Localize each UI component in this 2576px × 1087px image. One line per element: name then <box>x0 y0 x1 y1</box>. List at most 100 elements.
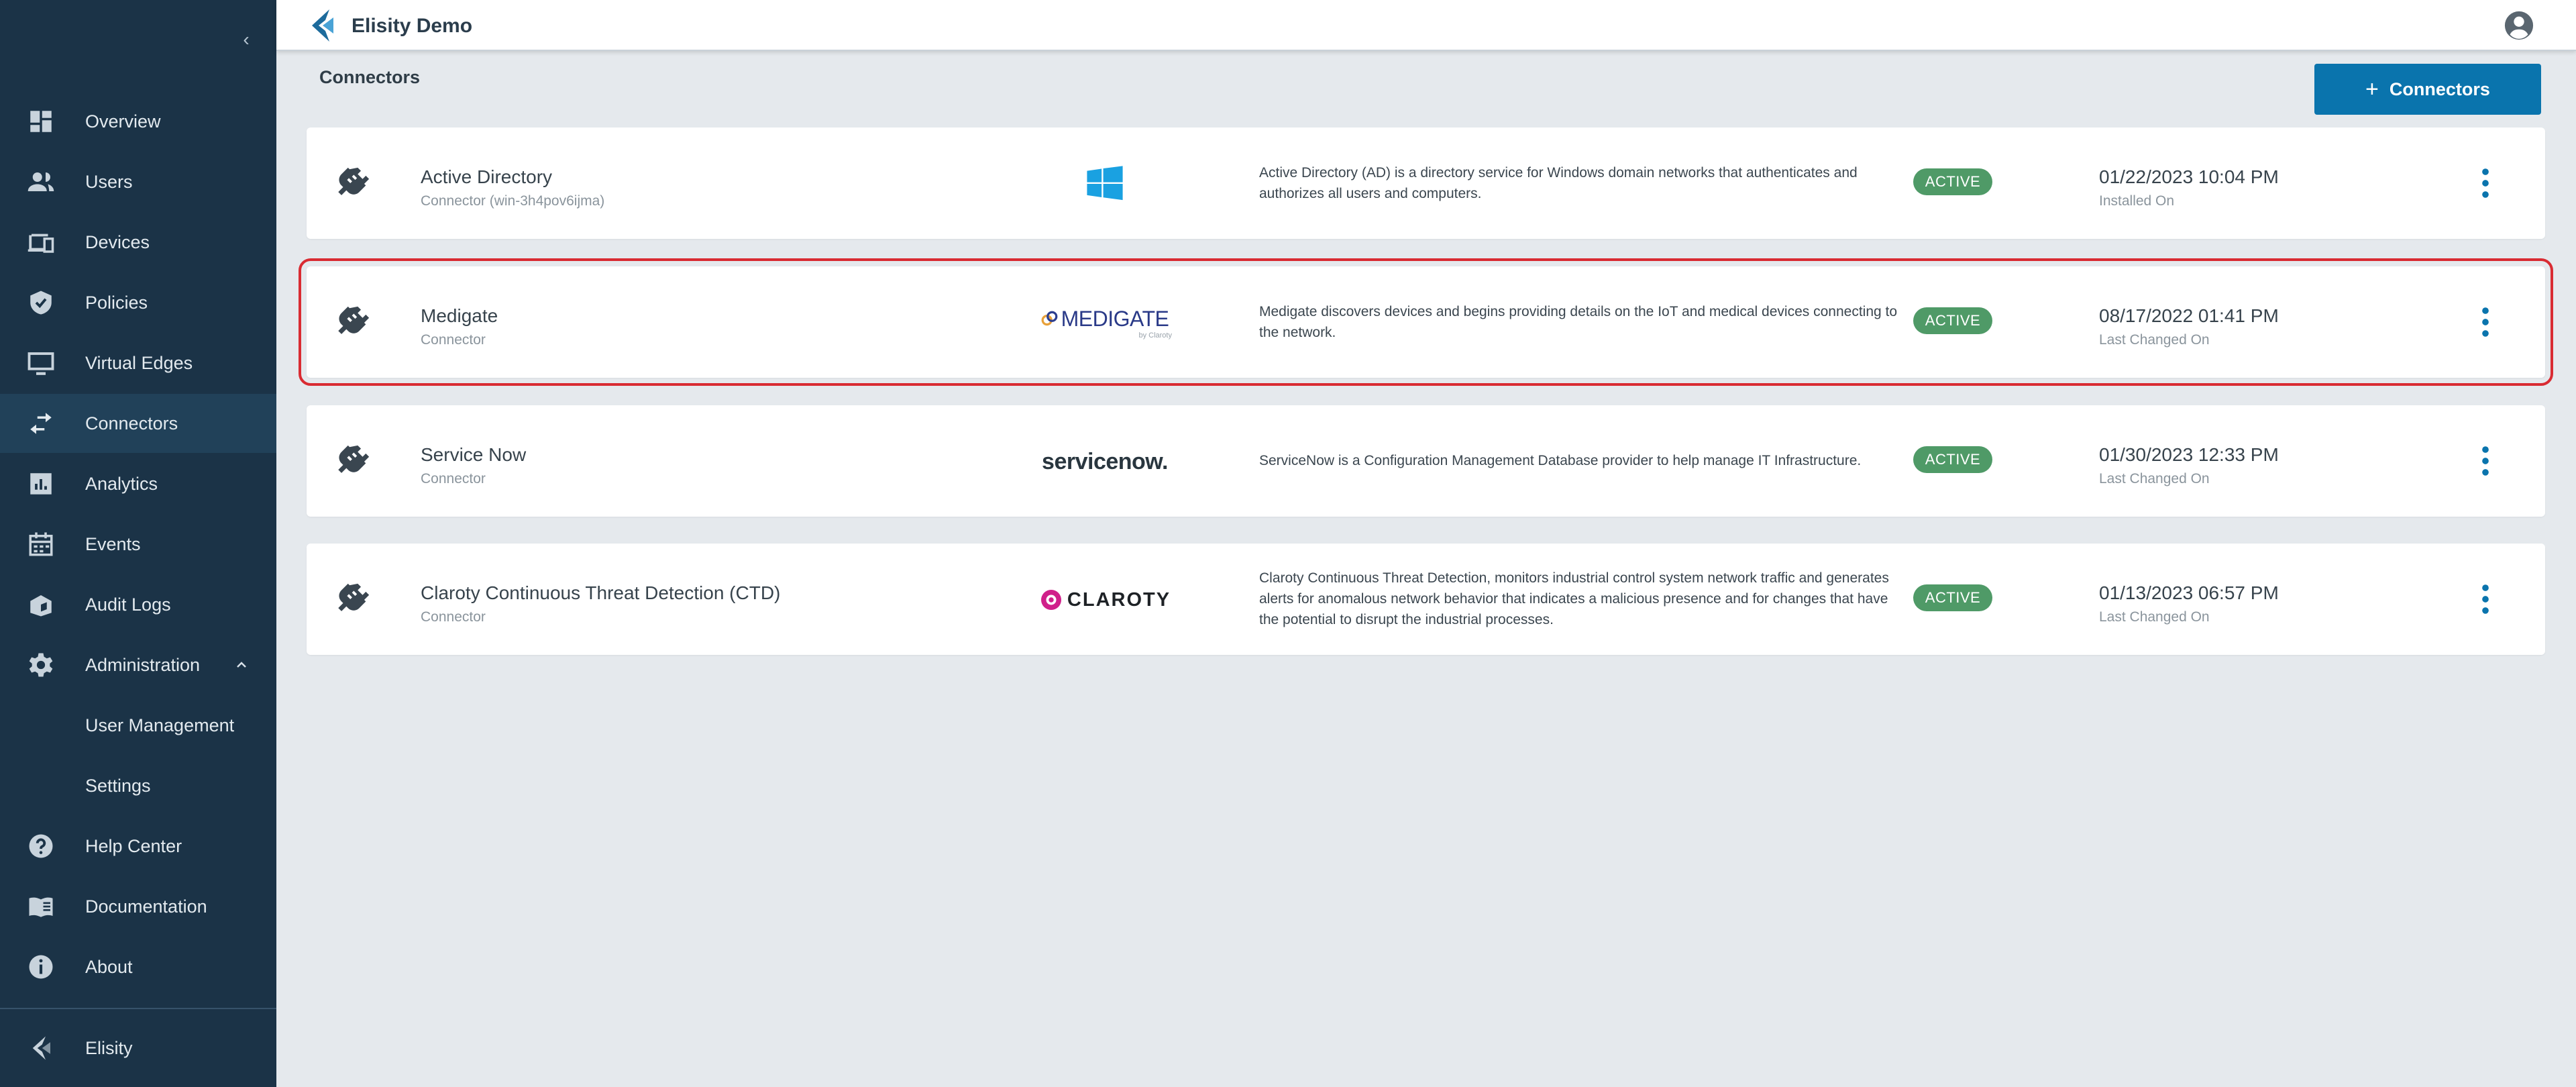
medigate-logo-subtext: by Claroty <box>1138 331 1172 340</box>
sidebar-item-label: Policies <box>85 292 148 313</box>
status-badge: ACTIVE <box>1913 584 1992 611</box>
connector-card-active-directory[interactable]: Active Directory Connector (win-3h4pov6i… <box>307 127 2545 239</box>
connector-name: Service Now <box>421 444 527 465</box>
connector-date-label: Last Changed On <box>2099 609 2210 625</box>
help-icon <box>29 834 53 858</box>
more-options-icon[interactable] <box>2473 442 2498 480</box>
swap-arrows-icon <box>30 413 52 434</box>
connector-card-claroty[interactable]: Claroty Continuous Threat Detection (CTD… <box>307 544 2545 655</box>
sidebar-item-administration[interactable]: Administration <box>0 635 276 694</box>
sidebar-item-overview[interactable]: Overview <box>0 92 276 151</box>
sidebar-item-devices[interactable]: Devices <box>0 213 276 272</box>
sidebar: ‹ Overview Users Devices Policies Virtua… <box>0 0 276 1087</box>
info-icon <box>29 955 53 979</box>
connector-description: Active Directory (AD) is a directory ser… <box>1259 165 1858 201</box>
sidebar-item-policies[interactable]: Policies <box>0 273 276 332</box>
sidebar-item-audit-logs[interactable]: Audit Logs <box>0 575 276 634</box>
collapse-sidebar-icon[interactable]: ‹ <box>238 27 254 52</box>
sidebar-item-events[interactable]: Events <box>0 515 276 574</box>
status-badge: ACTIVE <box>1913 307 1992 334</box>
plug-icon <box>338 167 370 195</box>
medigate-mark-icon <box>1041 311 1057 326</box>
page-title: Connectors <box>319 67 421 87</box>
sidebar-item-label: Events <box>85 533 141 554</box>
connector-card-medigate[interactable]: Medigate Connector MEDIGATE by Claroty M… <box>299 258 2553 386</box>
plug-icon <box>338 306 370 334</box>
claroty-logo-text: CLAROTY <box>1067 588 1171 611</box>
elisity-logo-icon[interactable] <box>307 8 339 43</box>
more-options-icon[interactable] <box>2473 303 2498 342</box>
users-icon <box>28 172 54 191</box>
connector-description: Claroty Continuous Threat Detection, mon… <box>1259 570 1889 627</box>
more-options-icon[interactable] <box>2473 164 2498 203</box>
sidebar-footer-label: Elisity <box>85 1037 133 1058</box>
connector-name: Claroty Continuous Threat Detection (CTD… <box>421 582 781 603</box>
elisity-logo-icon <box>32 1036 50 1060</box>
book-icon <box>29 897 53 917</box>
connector-date: 08/17/2022 01:41 PM <box>2099 305 2279 326</box>
audit-icon <box>30 595 52 617</box>
sidebar-item-label: Audit Logs <box>85 594 171 615</box>
sidebar-item-about[interactable]: About <box>0 937 276 996</box>
sidebar-item-analytics[interactable]: Analytics <box>0 454 276 513</box>
connector-date: 01/22/2023 10:04 PM <box>2099 166 2279 187</box>
calendar-icon <box>29 532 53 556</box>
connector-date-label: Last Changed On <box>2099 471 2210 486</box>
sidebar-footer-elisity[interactable]: Elisity <box>0 1019 276 1078</box>
sidebar-item-label: Connectors <box>85 413 178 433</box>
account-icon[interactable] <box>2504 10 2534 41</box>
sidebar-item-settings[interactable]: Settings <box>0 756 276 815</box>
sidebar-item-label: Devices <box>85 231 150 252</box>
claroty-logo: CLAROTY <box>1031 573 1179 627</box>
connector-subtitle: Connector (win-3h4pov6ijma) <box>421 193 605 209</box>
connector-name: Active Directory <box>421 166 553 187</box>
servicenow-logo-text: servicenow. <box>1042 448 1168 474</box>
status-badge: ACTIVE <box>1913 446 1992 473</box>
sidebar-item-help-center[interactable]: Help Center <box>0 817 276 876</box>
connector-description: Medigate discovers devices and begins pr… <box>1259 304 1898 340</box>
sidebar-item-connectors[interactable]: Connectors <box>0 394 276 453</box>
sidebar-item-label: Analytics <box>85 473 158 494</box>
sidebar-item-label: Settings <box>85 775 151 796</box>
connector-card-service-now[interactable]: Service Now Connector servicenow. Servic… <box>307 405 2545 517</box>
monitor-icon <box>28 352 54 375</box>
sidebar-item-documentation[interactable]: Documentation <box>0 877 276 936</box>
add-connector-button[interactable]: + Connectors <box>2314 64 2541 115</box>
plus-icon: + <box>2365 76 2379 102</box>
connector-subtitle: Connector <box>421 609 486 625</box>
windows-logo-icon <box>1087 166 1123 201</box>
more-options-icon[interactable] <box>2473 580 2498 619</box>
servicenow-logo: servicenow. <box>1031 435 1179 488</box>
sidebar-item-user-management[interactable]: User Management <box>0 696 276 755</box>
devices-icon <box>28 234 54 253</box>
plug-icon <box>338 445 370 473</box>
sidebar-item-label: User Management <box>85 715 235 735</box>
sidebar-item-users[interactable]: Users <box>0 152 276 211</box>
sidebar-item-label: Virtual Edges <box>85 352 193 373</box>
claroty-mark-icon <box>1040 590 1061 610</box>
sidebar-item-label: Help Center <box>85 835 182 856</box>
sidebar-item-virtual-edges[interactable]: Virtual Edges <box>0 333 276 393</box>
sidebar-item-label: Users <box>85 171 133 192</box>
connector-date: 01/30/2023 12:33 PM <box>2099 444 2279 465</box>
connector-name: Medigate <box>421 305 498 326</box>
sidebar-divider <box>0 1008 276 1009</box>
connector-date: 01/13/2023 06:57 PM <box>2099 582 2279 603</box>
sidebar-item-label: Administration <box>85 654 201 675</box>
plug-icon <box>338 583 370 611</box>
connector-subtitle: Connector <box>421 332 486 348</box>
connector-description: ServiceNow is a Configuration Management… <box>1259 453 1862 468</box>
sidebar-item-label: Overview <box>85 111 161 132</box>
app-title: Elisity Demo <box>352 15 473 37</box>
gear-icon <box>29 653 53 677</box>
sidebar-item-label: Documentation <box>85 896 207 917</box>
status-badge: ACTIVE <box>1913 168 1992 195</box>
sidebar-item-label: About <box>85 956 133 977</box>
medigate-logo-text: MEDIGATE <box>1061 306 1169 331</box>
connector-date-label: Installed On <box>2099 193 2175 209</box>
add-connector-label: Connectors <box>2389 79 2490 99</box>
chevron-up-icon[interactable] <box>233 657 250 673</box>
connector-subtitle: Connector <box>421 471 486 486</box>
connector-date-label: Last Changed On <box>2099 332 2210 348</box>
bar-chart-icon <box>30 473 52 495</box>
